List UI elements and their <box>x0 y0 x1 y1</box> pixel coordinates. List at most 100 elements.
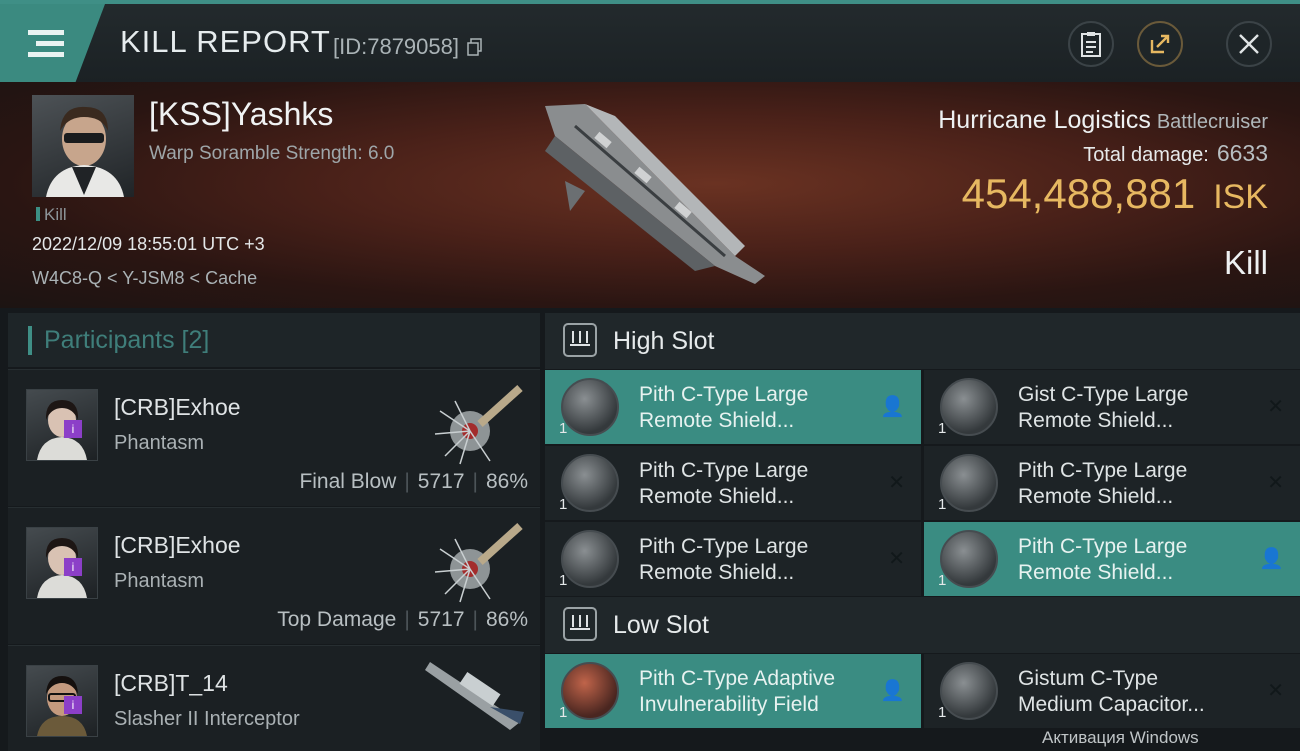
module-slot[interactable]: 1 Pith C-Type Large Remote Shield... ✕ <box>545 446 921 520</box>
shield-transfer-icon <box>940 530 998 588</box>
destroyed-x-icon: ✕ <box>888 472 905 494</box>
victim-name[interactable]: [KSS]Yashks <box>149 96 333 133</box>
report-id-text: [ID:7879058] <box>333 34 459 59</box>
share-button[interactable] <box>1137 21 1183 67</box>
share-icon <box>1150 34 1170 54</box>
ship-class: Battlecruiser <box>1156 111 1268 133</box>
module-name: Pith C-Type Large Remote Shield... <box>1018 458 1248 510</box>
copy-icon[interactable] <box>467 38 483 56</box>
module-slot[interactable]: 1 Pith C-Type Large Remote Shield... ✕ <box>924 446 1300 520</box>
windows-activation-watermark: Активация Windows <box>1042 728 1199 747</box>
participant-portrait <box>26 389 98 461</box>
module-slot[interactable]: 1 Pith C-Type Large Remote Shield... ✕ <box>545 522 921 596</box>
invulnerability-field-icon <box>561 662 619 720</box>
shield-transfer-icon <box>561 378 619 436</box>
ship-name: Hurricane Logistics <box>938 106 1151 134</box>
participant-name[interactable]: [CRB]T_14 <box>114 670 228 697</box>
pilot-portrait-icon <box>37 676 87 736</box>
module-slot[interactable]: 1 Pith C-Type Adaptive Invulnerability Fi… <box>545 654 921 728</box>
module-quantity: 1 <box>559 572 568 589</box>
low-slot-icon <box>563 607 597 641</box>
participant-role: Top Damage <box>277 608 397 631</box>
module-quantity: 1 <box>938 420 947 437</box>
participant-damage: 5717 <box>417 608 465 631</box>
module-name: Pith C-Type Adaptive Invulnerability Fiel… <box>639 666 869 718</box>
module-slot[interactable]: 1 Gist C-Type Large Remote Shield... ✕ <box>924 370 1300 444</box>
participant-stats: Top Damage | 5717 | 86% <box>277 608 528 631</box>
participant-stats: Final Blow | 5717 | 86% <box>299 470 528 493</box>
isk-value: 454,488,881 <box>961 170 1196 217</box>
high-slot-label: High Slot <box>613 327 715 355</box>
module-name-line1: Gist C-Type Large <box>1018 383 1189 406</box>
menu-button[interactable] <box>0 4 105 82</box>
participant-name[interactable]: [CRB]Exhoe <box>114 394 241 421</box>
module-name-line1: Pith C-Type Large <box>1018 459 1188 482</box>
page-title: KILL REPORT <box>120 24 331 59</box>
module-quantity: 1 <box>938 496 947 513</box>
module-name-line1: Pith C-Type Adaptive <box>639 667 836 690</box>
module-name-line2: Remote Shield... <box>1018 561 1174 584</box>
module-name-line1: Gistum C-Type <box>1018 667 1159 690</box>
module-name: Pith C-Type Large Remote Shield... <box>639 458 869 510</box>
phantasm-ship-icon <box>434 523 523 603</box>
module-name: Pith C-Type Large Remote Shield... <box>639 534 869 586</box>
kill-tag: Kill <box>36 205 67 225</box>
total-damage-label: Total damage: <box>1083 144 1209 166</box>
high-slot-header: High Slot <box>545 313 1300 369</box>
module-quantity: 1 <box>559 496 568 513</box>
participant-row[interactable]: i [CRB]Exhoe Phantasm Top Damage | 5717 | 86… <box>8 507 540 644</box>
result-label: Kill <box>1223 244 1268 281</box>
destroyed-x-icon: ✕ <box>1267 680 1284 702</box>
low-slot-label: Low Slot <box>613 611 709 639</box>
corp-badge: i <box>64 696 82 714</box>
module-quantity: 1 <box>938 704 947 721</box>
close-button[interactable] <box>1226 21 1272 67</box>
high-slot-icon <box>563 323 597 357</box>
kill-datetime: 2022/12/09 18:55:01 UTC +3 <box>32 234 265 254</box>
victim-subtitle: Warp Soramble Strength: 6.0 <box>149 143 395 164</box>
destroyed-x-icon: ✕ <box>888 548 905 570</box>
total-damage: Total damage: 6633 <box>1083 140 1268 167</box>
participants-label: Participants [2] <box>28 326 209 355</box>
participant-name[interactable]: [CRB]Exhoe <box>114 532 241 559</box>
low-slot-header: Low Slot <box>545 597 1300 653</box>
module-name-line2: Remote Shield... <box>1018 409 1174 432</box>
ship-name-line[interactable]: Hurricane Logistics Battlecruiser <box>938 106 1268 135</box>
hamburger-icon <box>28 30 64 57</box>
module-slot[interactable]: 1 Pith C-Type Large Remote Shield... 👤 <box>545 370 921 444</box>
fitted-person-icon: 👤 <box>1259 548 1284 570</box>
module-name-line1: Pith C-Type Large <box>639 535 809 558</box>
participant-percent: 86% <box>485 608 528 631</box>
clipboard-icon <box>1081 32 1101 57</box>
clipboard-button[interactable] <box>1068 21 1114 67</box>
participant-ship: Phantasm <box>114 570 205 592</box>
total-damage-value: 6633 <box>1216 140 1268 166</box>
module-quantity: 1 <box>559 704 568 721</box>
isk-unit: ISK <box>1213 178 1268 216</box>
module-name-line1: Pith C-Type Large <box>639 383 809 406</box>
report-id[interactable]: [ID:7879058] <box>333 34 483 60</box>
module-slot[interactable]: 1 Pith C-Type Large Remote Shield... 👤 <box>924 522 1300 596</box>
kill-location[interactable]: W4C8-Q < Y-JSM8 < Cache <box>32 268 257 289</box>
isk-value-line: 454,488,881 ISK <box>962 170 1268 218</box>
module-slot[interactable]: 1 Gistum C-Type Medium Capacitor... ✕ <box>924 654 1300 728</box>
participant-portrait <box>26 527 98 599</box>
corp-badge: i <box>64 420 82 438</box>
shield-transfer-icon <box>940 454 998 512</box>
participant-row[interactable]: i [CRB]Exhoe Phantasm Final Blow | 5717 | 86… <box>8 369 540 506</box>
module-name-line2: Remote Shield... <box>1018 485 1174 508</box>
participant-ship: Slasher II Interceptor <box>114 708 300 730</box>
pilot-portrait-icon <box>37 538 87 598</box>
module-name-line1: Pith C-Type Large <box>1018 535 1188 558</box>
shield-transfer-icon <box>561 530 619 588</box>
participants-header[interactable]: Participants [2] <box>8 313 540 367</box>
pilot-portrait-icon <box>37 400 87 460</box>
module-name-line2: Remote Shield... <box>639 561 795 584</box>
pilot-portrait-icon <box>46 106 124 197</box>
destroyed-x-icon: ✕ <box>1267 472 1284 494</box>
participant-row[interactable]: i [CRB]T_14 Slasher II Interceptor <box>8 645 540 751</box>
shield-transfer-icon <box>940 378 998 436</box>
victim-portrait[interactable] <box>32 95 134 197</box>
close-icon <box>1239 34 1259 54</box>
participant-portrait <box>26 665 98 737</box>
